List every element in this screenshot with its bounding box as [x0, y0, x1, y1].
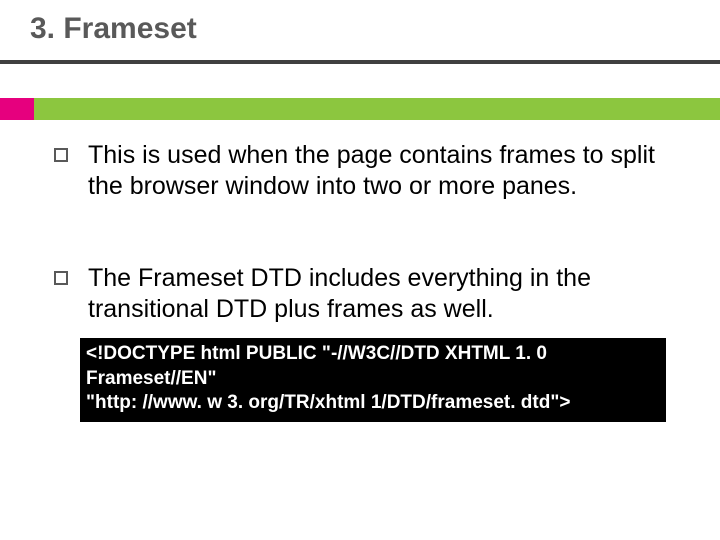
code-line: "http: //www. w 3. org/TR/xhtml 1/DTD/fr… — [86, 391, 660, 416]
accent-green — [34, 98, 720, 120]
bullet-text: The Frameset DTD includes everything in … — [88, 263, 680, 326]
bullet-item: The Frameset DTD includes everything in … — [54, 263, 680, 326]
square-bullet-icon — [54, 148, 68, 162]
bullet-item: This is used when the page contains fram… — [54, 140, 680, 203]
slide-title: 3. Frameset — [30, 12, 197, 46]
accent-pink — [0, 98, 34, 120]
bullet-text: This is used when the page contains fram… — [88, 140, 680, 203]
code-line: <!DOCTYPE html PUBLIC "-//W3C//DTD XHTML… — [86, 342, 660, 391]
doctype-code-box: <!DOCTYPE html PUBLIC "-//W3C//DTD XHTML… — [80, 338, 666, 422]
accent-bar — [0, 98, 720, 120]
title-underline — [0, 60, 720, 64]
slide: 3. Frameset This is used when the page c… — [0, 0, 720, 540]
square-bullet-icon — [54, 271, 68, 285]
